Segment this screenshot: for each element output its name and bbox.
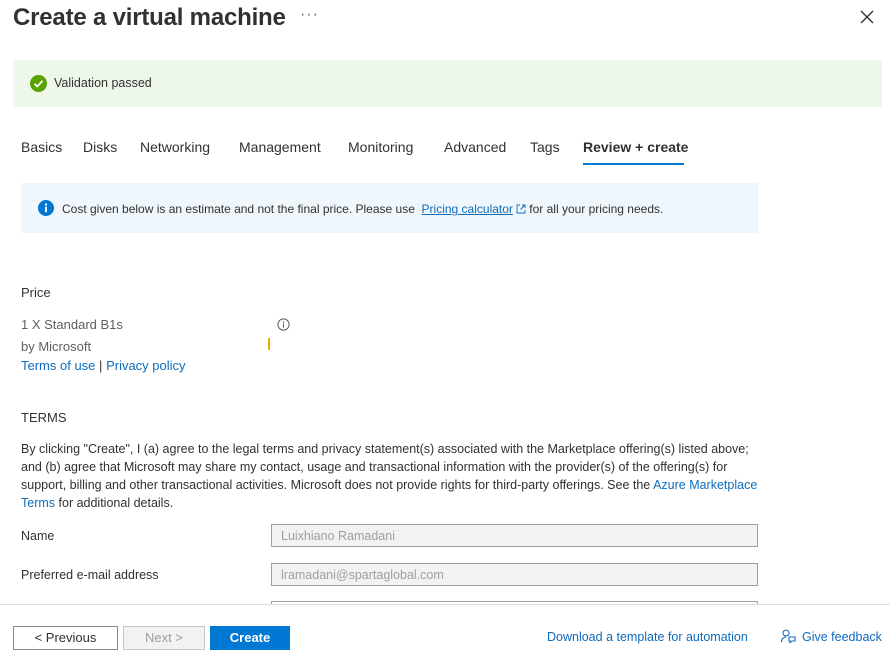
privacy-policy-link[interactable]: Privacy policy: [106, 358, 185, 373]
tab-advanced[interactable]: Advanced: [444, 139, 506, 155]
active-tab-indicator: [583, 163, 684, 165]
tab-monitoring[interactable]: Monitoring: [348, 139, 413, 155]
info-icon: [38, 200, 54, 216]
tab-review-create[interactable]: Review + create: [583, 139, 688, 155]
page-title: Create a virtual machine: [13, 4, 286, 31]
more-options-button[interactable]: ···: [300, 6, 319, 24]
create-button[interactable]: Create: [210, 626, 290, 650]
link-separator: |: [99, 358, 103, 373]
name-label: Name: [21, 529, 55, 543]
terms-heading: TERMS: [21, 410, 67, 425]
info-text-before: Cost given below is an estimate and not …: [62, 202, 415, 216]
terms-of-use-link[interactable]: Terms of use: [21, 358, 95, 373]
product-name: 1 X Standard B1s: [21, 317, 123, 332]
info-text-after: for all your pricing needs.: [529, 202, 664, 216]
email-label: Preferred e-mail address: [21, 568, 159, 582]
info-message: Cost given below is an estimate and not …: [21, 183, 758, 233]
validation-banner: Validation passed: [13, 60, 882, 107]
tab-disks[interactable]: Disks: [83, 139, 117, 155]
tab-tags[interactable]: Tags: [530, 139, 560, 155]
close-icon[interactable]: [858, 8, 876, 26]
check-circle-icon: [30, 75, 47, 92]
offer-links: Terms of use | Privacy policy: [21, 358, 186, 373]
info-text: Cost given below is an estimate and not …: [62, 202, 663, 216]
terms-text: By clicking "Create", I (a) agree to the…: [21, 440, 761, 512]
blade-header: Create a virtual machine ···: [0, 0, 890, 40]
tab-networking[interactable]: Networking: [140, 139, 210, 155]
tab-management[interactable]: Management: [239, 139, 321, 155]
external-link-icon: [516, 204, 526, 214]
info-circle-icon[interactable]: [277, 318, 290, 331]
feedback-icon: [780, 629, 796, 644]
terms-body: By clicking "Create", I (a) agree to the…: [21, 442, 749, 492]
pricing-calculator-link[interactable]: Pricing calculator: [422, 202, 513, 216]
download-template-link[interactable]: Download a template for automation: [547, 630, 748, 644]
give-feedback-label: Give feedback: [802, 630, 882, 644]
terms-body-end: for additional details.: [58, 496, 174, 510]
tab-basics[interactable]: Basics: [21, 139, 62, 155]
name-field[interactable]: [271, 524, 758, 547]
previous-button[interactable]: < Previous: [13, 626, 118, 650]
email-field[interactable]: [271, 563, 758, 586]
price-heading: Price: [21, 285, 51, 300]
validation-text: Validation passed: [54, 76, 152, 90]
next-button[interactable]: Next >: [123, 626, 205, 650]
product-vendor: by Microsoft: [21, 339, 92, 354]
price-loading-indicator: [268, 338, 270, 350]
footer-bar: < Previous Next > Create Download a temp…: [0, 604, 890, 660]
